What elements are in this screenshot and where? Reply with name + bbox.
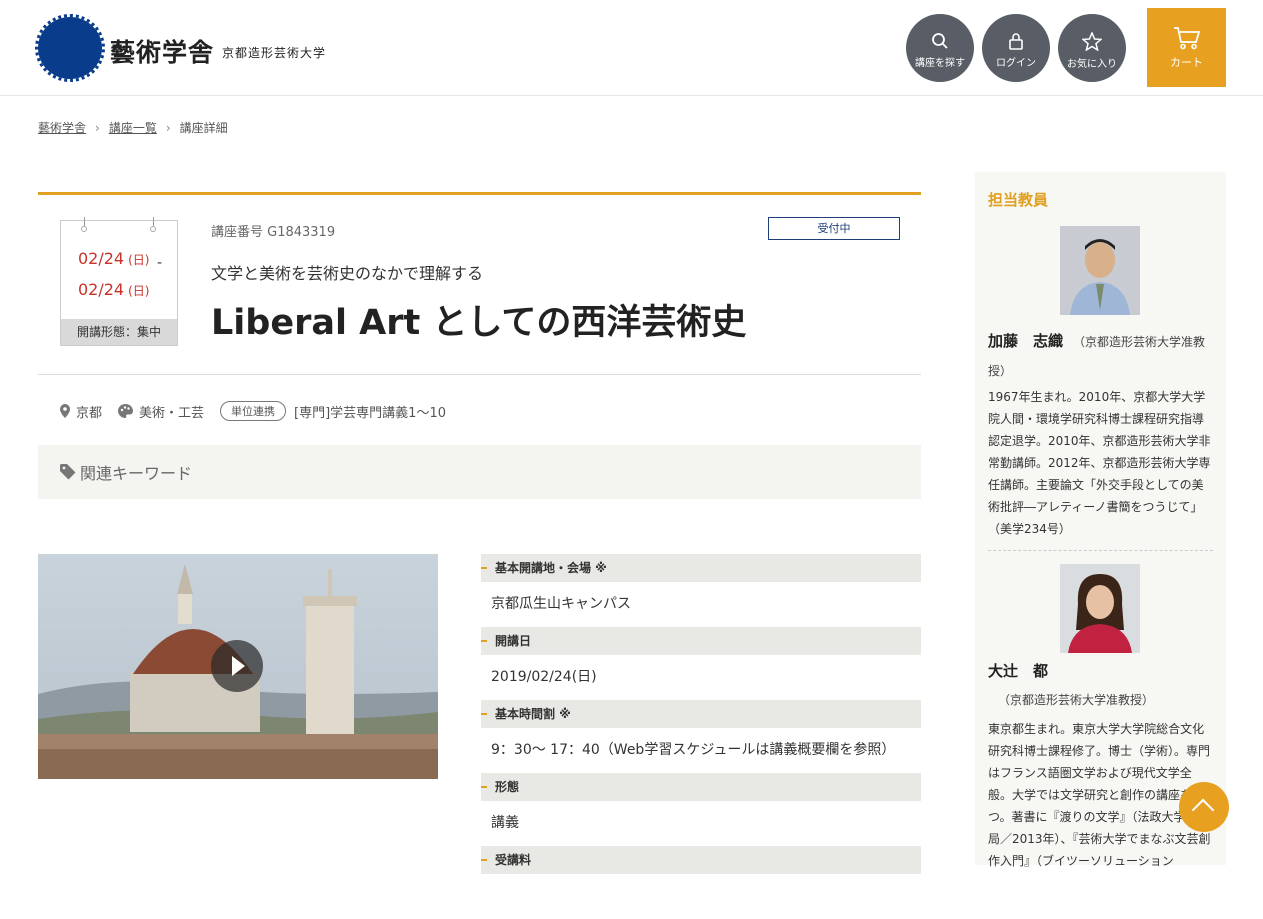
info-value: 9：30〜 17：40（Web学習スケジュールは講義概要欄を参照）	[491, 742, 896, 758]
status-badge: 受付中	[768, 217, 900, 240]
course-subtitle: 文学と美術を芸術史のなかで理解する	[211, 264, 484, 283]
info-label: 基本時間割 ※	[481, 700, 921, 728]
cart-icon	[1173, 27, 1200, 50]
teacher-name: 加藤 志織 （京都造形芸術大学准教授）	[988, 332, 1206, 378]
info-value: 2019/02/24(日)	[491, 669, 597, 685]
site-header: 藝術学舎 京都造形芸術大学 講座を探す ログイン お気に入り カート	[0, 0, 1263, 96]
lock-icon	[1009, 33, 1023, 50]
search-button-label: 講座を探す	[915, 58, 965, 69]
course-format: 開講形態：集中	[61, 319, 177, 345]
start-date: 02/24 (日)	[78, 249, 150, 268]
category-item: 美術・工芸	[118, 402, 204, 421]
pin-icon	[81, 217, 87, 232]
breadcrumb-link-home[interactable]: 藝術学舎	[38, 121, 86, 135]
tag-icon	[60, 464, 76, 480]
play-icon[interactable]	[211, 640, 263, 692]
cart-button[interactable]: カート	[1147, 8, 1226, 87]
search-button[interactable]: 講座を探す	[906, 14, 974, 82]
related-keywords[interactable]: 関連キーワード	[38, 445, 921, 499]
back-to-top-button[interactable]	[1179, 782, 1229, 832]
course-info-table: 基本開講地・会場 ※ 京都瓜生山キャンパス 開講日 2019/02/24(日) …	[481, 554, 921, 919]
info-value: 講義	[491, 815, 519, 831]
info-label: 受講料	[481, 846, 921, 874]
map-pin-icon	[60, 404, 70, 418]
date-separator: -	[157, 255, 163, 271]
info-value: 京都瓜生山キャンパス	[491, 596, 631, 612]
location-item: 京都	[60, 402, 102, 421]
favorites-button-label: お気に入り	[1067, 59, 1117, 70]
related-keywords-label: 関連キーワード	[80, 464, 193, 483]
divider	[988, 550, 1213, 551]
course-number: 講座番号 G1843319	[211, 225, 336, 240]
sidebar-heading: 担当教員	[988, 191, 1049, 209]
course-title: Liberal Art としての西洋芸術史	[211, 303, 747, 343]
teacher-photo	[1060, 564, 1140, 653]
end-date: 02/24 (日)	[78, 280, 150, 299]
teacher-name: 大辻 都（京都造形芸術大学准教授）	[988, 662, 1155, 707]
chevron-right-icon: ›	[95, 121, 100, 135]
breadcrumb: 藝術学舎 › 講座一覧 › 講座詳細	[38, 119, 228, 136]
teacher-sidebar: 担当教員 加藤 志織 （京都造形芸術大学准教授） 1967年生まれ。2010年、京…	[975, 172, 1226, 868]
palette-icon	[118, 404, 134, 418]
search-icon	[932, 33, 948, 49]
login-button[interactable]: ログイン	[982, 14, 1050, 82]
category-label: 美術・工芸	[139, 405, 205, 421]
course-meta: 京都 美術・工芸 単位連携 [専門]学芸専門講義1〜10	[60, 401, 446, 421]
login-button-label: ログイン	[996, 58, 1036, 69]
info-label: 開講日	[481, 627, 921, 655]
logo-mark[interactable]	[35, 14, 105, 82]
teacher-photo	[1060, 226, 1140, 315]
chevron-right-icon: ›	[165, 121, 171, 135]
breadcrumb-link-list[interactable]: 講座一覧	[109, 121, 157, 135]
info-label: 形態	[481, 773, 921, 801]
pin-icon	[150, 217, 156, 232]
location-label: 京都	[76, 405, 103, 421]
info-label: 基本開講地・会場 ※	[481, 554, 921, 582]
teacher-bio: 1967年生まれ。2010年、京都大学大学院人間・環境学研究科博士課程研究指導認…	[988, 390, 1211, 536]
date-calendar: 02/24 (日) - 02/24 (日) 開講形態：集中	[60, 217, 178, 346]
logo-subtext: 京都造形芸術大学	[222, 46, 327, 60]
star-icon	[1082, 32, 1102, 51]
course-video[interactable]	[38, 554, 438, 779]
breadcrumb-current: 講座詳細	[179, 121, 228, 135]
logo-text[interactable]: 藝術学舎	[110, 33, 214, 69]
info-value	[481, 874, 921, 919]
cart-button-label: カート	[1170, 56, 1203, 69]
divider	[38, 374, 921, 375]
teacher-bio: 東京都生まれ。東京大学大学院総合文化研究科博士課程修了。博士（学術）。専門はフラ…	[988, 722, 1211, 868]
credit-text: [専門]学芸専門講義1〜10	[294, 405, 446, 421]
accent-rule	[38, 192, 921, 195]
favorites-button[interactable]: お気に入り	[1058, 14, 1126, 82]
credit-badge: 単位連携	[220, 401, 287, 421]
